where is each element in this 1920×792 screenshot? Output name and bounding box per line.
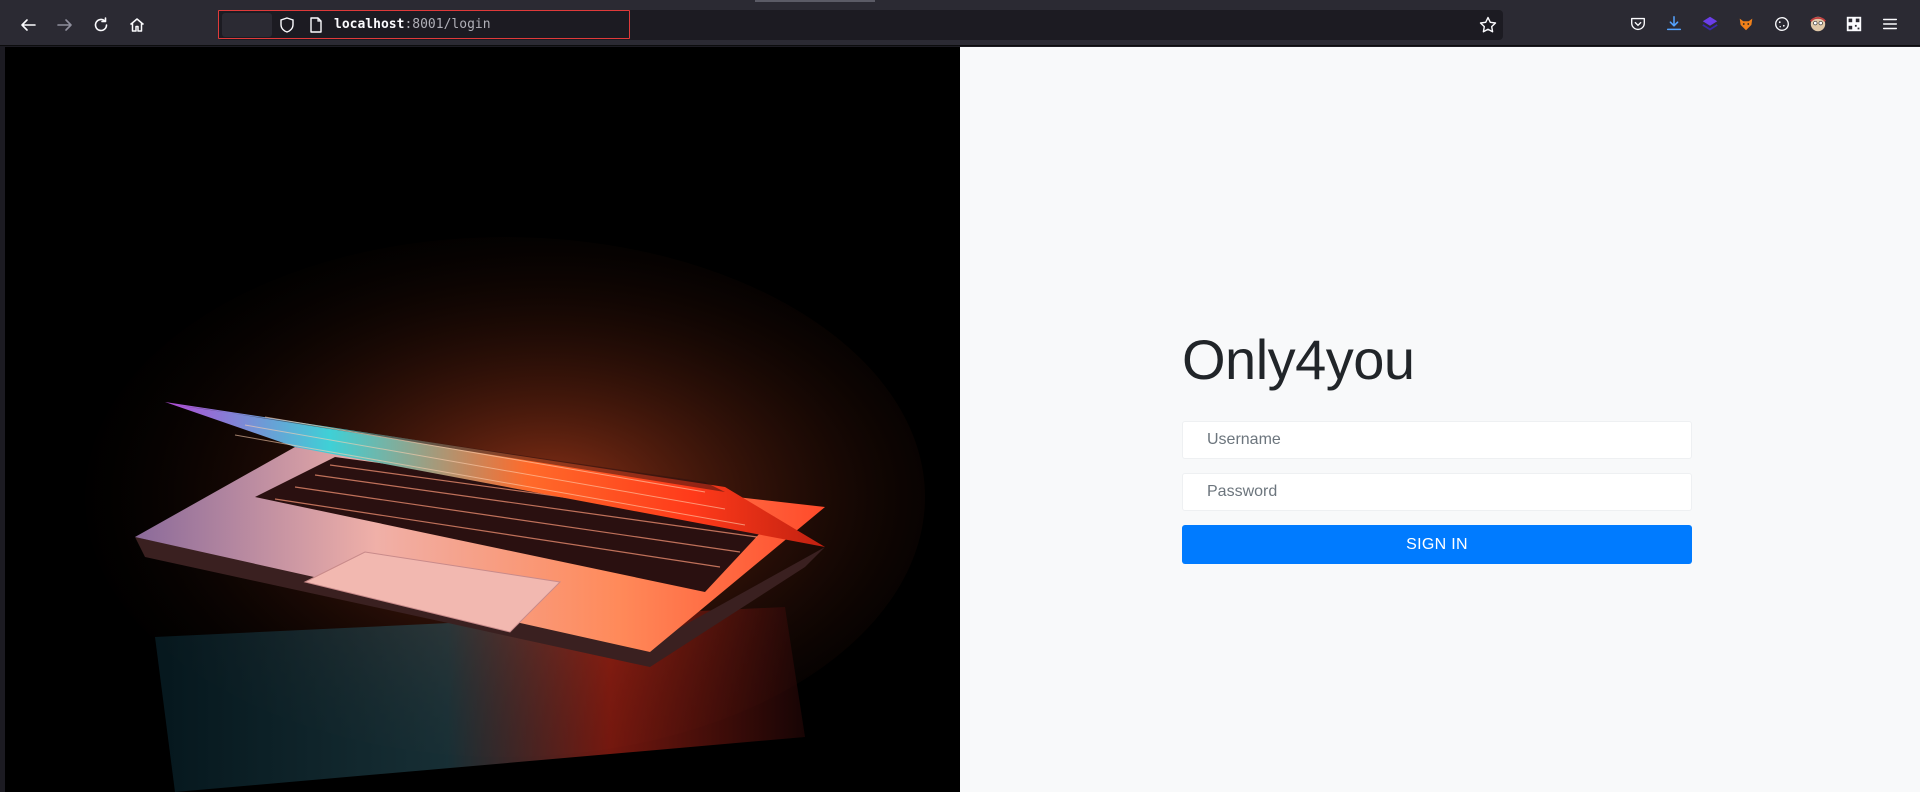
forward-icon: [57, 19, 72, 31]
tab-indicator: [755, 0, 875, 2]
back-icon: [21, 19, 36, 31]
url-host: localhost: [334, 17, 405, 32]
username-input[interactable]: [1182, 421, 1692, 459]
qr-button[interactable]: [1844, 14, 1864, 34]
qr-icon: [1846, 16, 1862, 32]
menu-button[interactable]: [1880, 14, 1900, 34]
forward-button[interactable]: [51, 11, 79, 39]
pocket-button[interactable]: [1628, 14, 1648, 34]
laptop-illustration: [5, 47, 960, 792]
extension-button[interactable]: [1700, 14, 1720, 34]
extension-avatar-button[interactable]: [1808, 14, 1828, 34]
menu-icon: [1882, 18, 1898, 30]
extension-icon: [1702, 16, 1718, 31]
pocket-icon: [1631, 17, 1645, 31]
shield-icon[interactable]: [278, 16, 296, 34]
downloads-icon: [1666, 16, 1682, 31]
hero-laptop-image: [5, 47, 960, 792]
extension-avatar-icon: [1810, 16, 1826, 32]
home-button[interactable]: [123, 11, 151, 39]
browser-toolbar: localhost:8001/login: [0, 0, 1920, 46]
cookie-icon: [1775, 17, 1789, 31]
downloads-button[interactable]: [1664, 14, 1684, 34]
brand-title: Only4you: [1182, 328, 1415, 391]
password-input[interactable]: [1182, 473, 1692, 511]
back-button[interactable]: [14, 11, 42, 39]
reload-button[interactable]: [87, 11, 115, 39]
url-path: :8001/login: [404, 17, 491, 32]
url-text[interactable]: localhost:8001/login: [334, 15, 491, 35]
extension-fox-button[interactable]: [1736, 14, 1756, 34]
star-icon[interactable]: [1478, 15, 1498, 35]
sign-in-button[interactable]: SIGN IN: [1182, 525, 1692, 564]
home-icon: [130, 18, 144, 32]
login-panel: Only4you SIGN IN: [960, 47, 1920, 792]
page-icon[interactable]: [308, 16, 324, 34]
extension-fox-icon: [1739, 18, 1753, 31]
cookie-button[interactable]: [1772, 14, 1792, 34]
reload-icon: [94, 17, 108, 32]
url-identity-box[interactable]: [222, 13, 272, 37]
page-content: Only4you SIGN IN: [5, 47, 1920, 792]
